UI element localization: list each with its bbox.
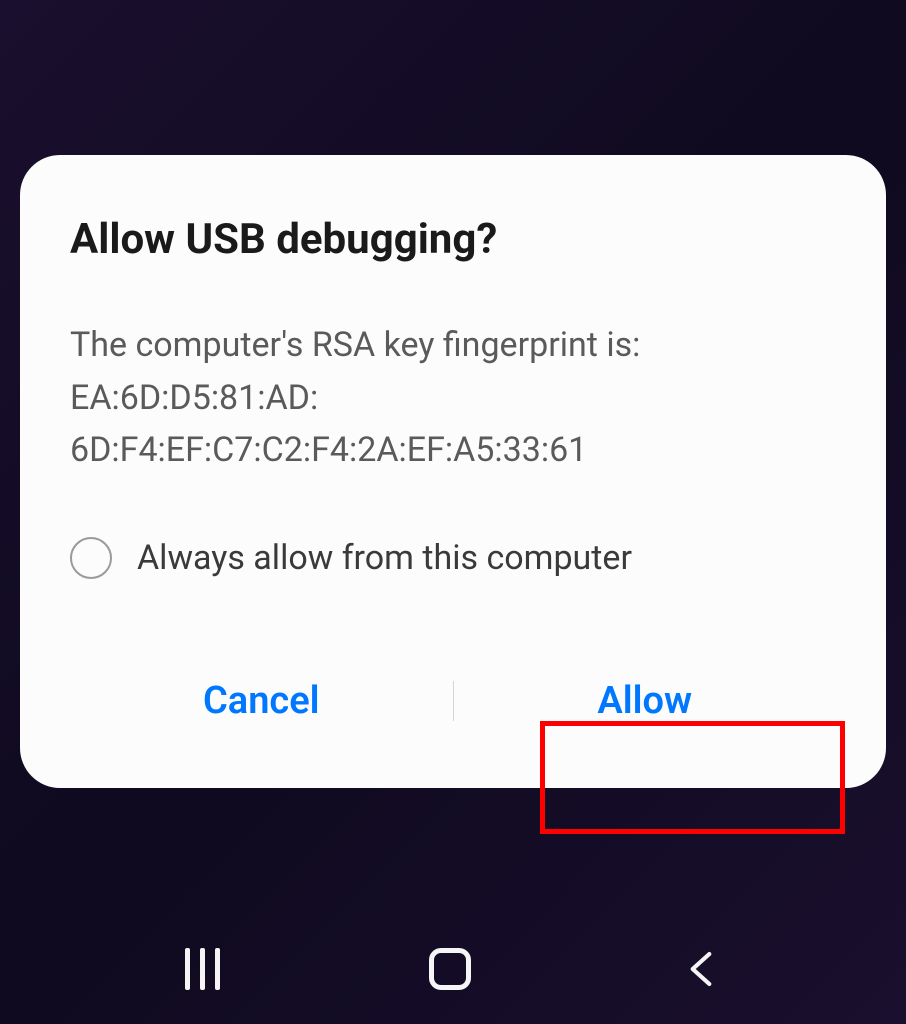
navigation-bar xyxy=(0,934,906,1004)
back-icon xyxy=(681,949,721,989)
dialog-button-row: Cancel Allow xyxy=(70,654,836,748)
dialog-message: The computer's RSA key fingerprint is:EA… xyxy=(70,319,836,477)
dialog-title: Allow USB debugging? xyxy=(70,215,836,264)
checkbox-label: Always allow from this computer xyxy=(137,538,632,578)
checkbox-circle-icon[interactable] xyxy=(70,537,112,579)
cancel-button[interactable]: Cancel xyxy=(70,654,453,748)
home-button[interactable] xyxy=(429,948,471,990)
back-button[interactable] xyxy=(681,949,721,989)
usb-debugging-dialog: Allow USB debugging? The computer's RSA … xyxy=(20,155,886,788)
always-allow-checkbox-row[interactable]: Always allow from this computer xyxy=(70,537,836,579)
recents-button[interactable] xyxy=(185,948,220,990)
recents-icon xyxy=(185,948,220,990)
home-icon xyxy=(429,948,471,990)
allow-button[interactable]: Allow xyxy=(454,654,837,748)
